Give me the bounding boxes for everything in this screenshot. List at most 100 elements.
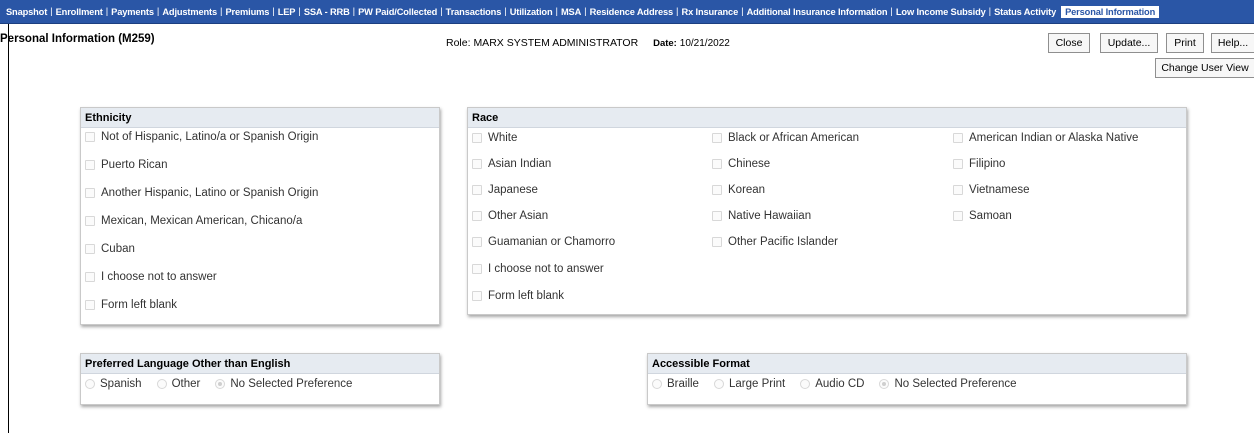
ethnicity-option[interactable]: Another Hispanic, Latino or Spanish Orig… <box>85 187 318 199</box>
preferred-language-title: Preferred Language Other than English <box>81 354 439 374</box>
ethnicity-title: Ethnicity <box>81 108 439 128</box>
checkbox[interactable] <box>712 237 722 247</box>
checkbox[interactable] <box>85 132 95 142</box>
close-button[interactable]: Close <box>1048 33 1090 53</box>
format-option-braille[interactable]: Braille <box>652 378 699 390</box>
language-option-label: No Selected Preference <box>230 378 353 390</box>
checkbox[interactable] <box>85 272 95 282</box>
ethnicity-option-label: Another Hispanic, Latino or Spanish Orig… <box>101 187 319 199</box>
race-option[interactable]: White <box>472 132 517 144</box>
checkbox[interactable] <box>472 185 482 195</box>
update-button[interactable]: Update... <box>1100 33 1158 53</box>
race-option[interactable]: Native Hawaiian <box>712 210 811 222</box>
race-option[interactable]: Japanese <box>472 184 538 196</box>
race-option-label: Other Asian <box>488 210 549 222</box>
checkbox[interactable] <box>85 160 95 170</box>
language-option-label: Spanish <box>100 378 142 390</box>
race-option[interactable]: Black or African American <box>712 132 859 144</box>
tab-snapshot[interactable]: Snapshot <box>4 7 49 17</box>
checkbox[interactable] <box>953 185 963 195</box>
checkbox[interactable] <box>472 159 482 169</box>
tab-payments[interactable]: Payments <box>109 7 156 17</box>
race-option-label: Native Hawaiian <box>728 210 812 222</box>
checkbox[interactable] <box>712 211 722 221</box>
checkbox[interactable] <box>953 159 963 169</box>
format-option-large-print[interactable]: Large Print <box>713 378 785 390</box>
tab-personal-information[interactable]: Personal Information <box>1061 5 1160 18</box>
ethnicity-option[interactable]: Not of Hispanic, Latino/a or Spanish Ori… <box>85 131 318 143</box>
preferred-language-panel: Preferred Language Other than English Sp… <box>80 353 440 405</box>
tab-additional-insurance-information[interactable]: Additional Insurance Information <box>745 7 890 17</box>
tab-utilization[interactable]: Utilization <box>508 7 555 17</box>
radio-button[interactable] <box>652 379 662 389</box>
tab-low-income-subsidy[interactable]: Low Income Subsidy <box>894 7 988 17</box>
print-button[interactable]: Print <box>1166 33 1204 53</box>
race-option[interactable]: Samoan <box>953 210 1012 222</box>
ethnicity-option[interactable]: I choose not to answer <box>85 271 217 283</box>
checkbox[interactable] <box>472 211 482 221</box>
tab-msa[interactable]: MSA <box>559 7 583 17</box>
format-option-no-preference[interactable]: No Selected Preference <box>879 378 1017 390</box>
checkbox[interactable] <box>712 185 722 195</box>
format-option-label: Audio CD <box>815 378 865 390</box>
race-option[interactable]: Other Pacific Islander <box>712 236 838 248</box>
tab-ssa-rrb[interactable]: SSA - RRB <box>302 7 352 17</box>
format-option-label: No Selected Preference <box>894 378 1017 390</box>
help-button[interactable]: Help... <box>1211 33 1254 53</box>
language-option-no-preference[interactable]: No Selected Preference <box>215 378 352 390</box>
race-option[interactable]: Korean <box>712 184 765 196</box>
date-value: 10/21/2022 <box>679 38 730 49</box>
checkbox[interactable] <box>85 188 95 198</box>
format-option-audio-cd[interactable]: Audio CD <box>800 378 864 390</box>
ethnicity-option-label: Puerto Rican <box>101 159 168 171</box>
language-option-other[interactable]: Other <box>156 378 200 390</box>
radio-button[interactable] <box>800 379 811 389</box>
race-option[interactable]: American Indian or Alaska Native <box>953 132 1138 144</box>
race-option[interactable]: Guamanian or Chamorro <box>472 236 615 248</box>
ethnicity-option[interactable]: Form left blank <box>85 299 177 311</box>
checkbox[interactable] <box>472 133 482 143</box>
ethnicity-option-label: Not of Hispanic, Latino/a or Spanish Ori… <box>101 131 319 143</box>
checkbox[interactable] <box>953 211 963 221</box>
ethnicity-option[interactable]: Puerto Rican <box>85 159 167 171</box>
race-option[interactable]: Chinese <box>712 158 770 170</box>
radio-button-selected[interactable] <box>215 379 226 389</box>
tab-rx-insurance[interactable]: Rx Insurance <box>680 7 741 17</box>
checkbox[interactable] <box>472 291 482 301</box>
ethnicity-option-label: Form left blank <box>101 299 178 311</box>
race-option[interactable]: Vietnamese <box>953 184 1030 196</box>
tab-transactions[interactable]: Transactions <box>444 7 504 17</box>
tab-pw-paid-collected[interactable]: PW Paid/Collected <box>356 7 439 17</box>
ethnicity-option[interactable]: Mexican, Mexican American, Chicano/a <box>85 215 302 227</box>
race-option[interactable]: Asian Indian <box>472 158 551 170</box>
tab-lep[interactable]: LEP <box>276 7 298 17</box>
checkbox[interactable] <box>472 264 482 274</box>
checkbox[interactable] <box>85 300 95 310</box>
checkbox[interactable] <box>85 244 95 254</box>
radio-button[interactable] <box>85 379 95 389</box>
race-option[interactable]: Other Asian <box>472 210 548 222</box>
radio-button[interactable] <box>713 379 724 389</box>
checkbox[interactable] <box>712 159 722 169</box>
race-option-label: White <box>488 132 518 144</box>
checkbox[interactable] <box>953 133 963 143</box>
checkbox[interactable] <box>472 237 482 247</box>
race-option-label: Chinese <box>728 158 771 170</box>
race-option[interactable]: Form left blank <box>472 290 564 302</box>
race-option-label: Black or African American <box>728 132 860 144</box>
race-option[interactable]: I choose not to answer <box>472 263 604 275</box>
race-option[interactable]: Filipino <box>953 158 1005 170</box>
radio-button-selected[interactable] <box>879 379 890 389</box>
checkbox[interactable] <box>712 133 722 143</box>
tab-enrollment[interactable]: Enrollment <box>54 7 105 17</box>
ethnicity-option[interactable]: Cuban <box>85 243 135 255</box>
tab-residence-address[interactable]: Residence Address <box>588 7 675 17</box>
change-user-view-button[interactable]: Change User View <box>1155 58 1254 78</box>
language-option-spanish[interactable]: Spanish <box>85 378 142 390</box>
checkbox[interactable] <box>85 216 95 226</box>
tab-status-activity[interactable]: Status Activity <box>992 7 1058 17</box>
radio-button[interactable] <box>156 379 167 389</box>
race-option-label: Japanese <box>488 184 538 196</box>
tab-premiums[interactable]: Premiums <box>223 7 271 17</box>
tab-adjustments[interactable]: Adjustments <box>160 7 219 17</box>
